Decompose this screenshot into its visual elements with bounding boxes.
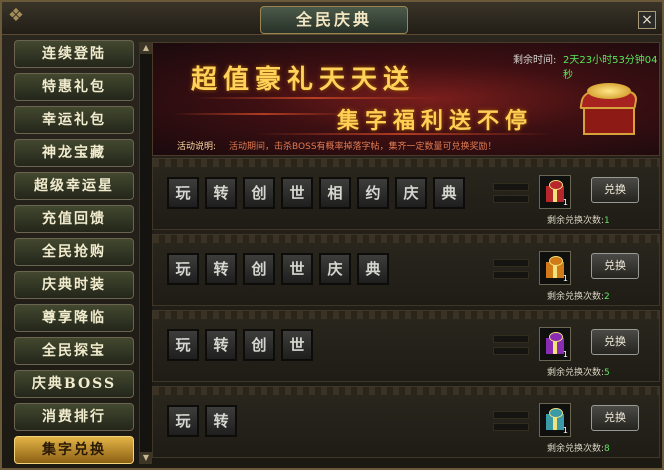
banner-subtitle: 集字福利送不停 [337,108,534,134]
character-tile[interactable]: 创 [243,329,275,361]
close-button[interactable]: × [638,11,656,29]
sidebar-item[interactable]: 神龙宝藏 [14,139,134,167]
remaining-value: 2 [604,292,610,302]
ornament-icon: ❖ [7,5,25,26]
exchange-button[interactable]: 兑换 [591,405,639,431]
sidebar-item[interactable]: 超级幸运星 [14,172,134,200]
exchange-button[interactable]: 兑换 [591,253,639,279]
sidebar-item[interactable]: 庆典时装 [14,271,134,299]
character-tile[interactable]: 相 [319,177,351,209]
description-label: 活动说明: [177,142,217,152]
character-tile[interactable]: 庆 [319,253,351,285]
sidebar-item[interactable]: 连续登陆 [14,40,134,68]
window-title: 全民庆典 [260,6,408,34]
remaining-value: 5 [604,368,610,378]
character-tile[interactable]: 玩 [167,177,199,209]
sidebar-item[interactable]: 集字兑换 [14,436,134,464]
remaining-label: 剩余兑换次数: [547,216,605,226]
character-tile[interactable]: 转 [205,405,237,437]
remaining-label: 剩余兑换次数: [547,444,605,454]
character-tile[interactable]: 世 [281,253,313,285]
sidebar-item[interactable]: 全民抢购 [14,238,134,266]
treasure-chest-icon [577,83,641,137]
gift-quantity: 1 [562,426,568,435]
time-label: 剩余时间: [513,55,557,66]
remaining-count: 剩余兑换次数:8 [547,441,610,454]
sidebar-item[interactable]: 幸运礼包 [14,106,134,134]
gift-quantity: 1 [562,198,568,207]
exchange-button[interactable]: 兑换 [591,329,639,355]
banner-title: 超值豪礼天天送 [191,65,416,95]
remaining-label: 剩余兑换次数: [547,368,605,378]
character-tile[interactable]: 典 [357,253,389,285]
character-tile[interactable]: 转 [205,177,237,209]
sidebar-item[interactable]: 特惠礼包 [14,73,134,101]
character-tile[interactable]: 转 [205,253,237,285]
exchange-row: 玩转创世 1 兑换剩余兑换次数:5 [152,310,660,382]
event-banner: 超值豪礼天天送 集字福利送不停 剩余时间: 2天23小时53分钟04秒 活动说明… [152,42,660,156]
sidebar-item[interactable]: 消费排行 [14,403,134,431]
exchange-row: 玩转创世庆典 1 兑换剩余兑换次数:2 [152,234,660,306]
sidebar: 连续登陆特惠礼包幸运礼包神龙宝藏超级幸运星充值回馈全民抢购庆典时装尊享降临全民探… [10,40,136,464]
character-tile[interactable]: 约 [357,177,389,209]
remaining-count: 剩余兑换次数:5 [547,365,610,378]
sidebar-item[interactable]: 充值回馈 [14,205,134,233]
title-bar: ❖ 全民庆典 × [2,2,662,35]
gift-box-icon[interactable]: 1 [539,327,571,361]
character-tile[interactable]: 玩 [167,253,199,285]
sidebar-item[interactable]: 尊享降临 [14,304,134,332]
character-tile[interactable]: 世 [281,177,313,209]
character-tile[interactable]: 创 [243,253,275,285]
sidebar-item[interactable]: 全民探宝 [14,337,134,365]
description-text: 活动期间，击杀BOSS有概率掉落字帖，集齐一定数量可兑换奖励！ [229,142,497,152]
scroll-up-icon[interactable]: ▲ [140,42,152,54]
celebration-window: ❖ 全民庆典 × 连续登陆 特惠礼包 幸运礼包 神龙宝藏 超级幸运星 充值回馈 全民抢购 庆典… [0,0,664,470]
character-tile[interactable]: 玩 [167,329,199,361]
character-tile[interactable]: 玩 [167,405,199,437]
character-tile[interactable]: 庆 [395,177,427,209]
character-tile[interactable]: 创 [243,177,275,209]
remaining-value: 1 [604,216,610,226]
character-tile[interactable]: 转 [205,329,237,361]
gift-quantity: 1 [562,350,568,359]
gift-box-icon[interactable]: 1 [539,251,571,285]
remaining-count: 剩余兑换次数:2 [547,289,610,302]
time-value: 2天23小时53分钟04秒 [563,55,658,81]
exchange-button[interactable]: 兑换 [591,177,639,203]
exchange-row: 玩转 1 兑换剩余兑换次数:8 [152,386,660,458]
gift-quantity: 1 [562,274,568,283]
gift-box-icon[interactable]: 1 [539,403,571,437]
remaining-value: 8 [604,444,610,454]
gift-box-icon[interactable]: 1 [539,175,571,209]
scrollbar[interactable]: ▲ ▼ [139,42,152,464]
remaining-label: 剩余兑换次数: [547,292,605,302]
character-tile[interactable]: 典 [433,177,465,209]
remaining-count: 剩余兑换次数:1 [547,213,610,226]
scroll-down-icon[interactable]: ▼ [140,452,152,464]
sidebar-item[interactable]: 庆典BOSS [14,370,134,398]
exchange-row: 玩转创世相约庆典 1 兑换 剩余兑换次数:1 [152,158,660,230]
character-tile[interactable]: 世 [281,329,313,361]
